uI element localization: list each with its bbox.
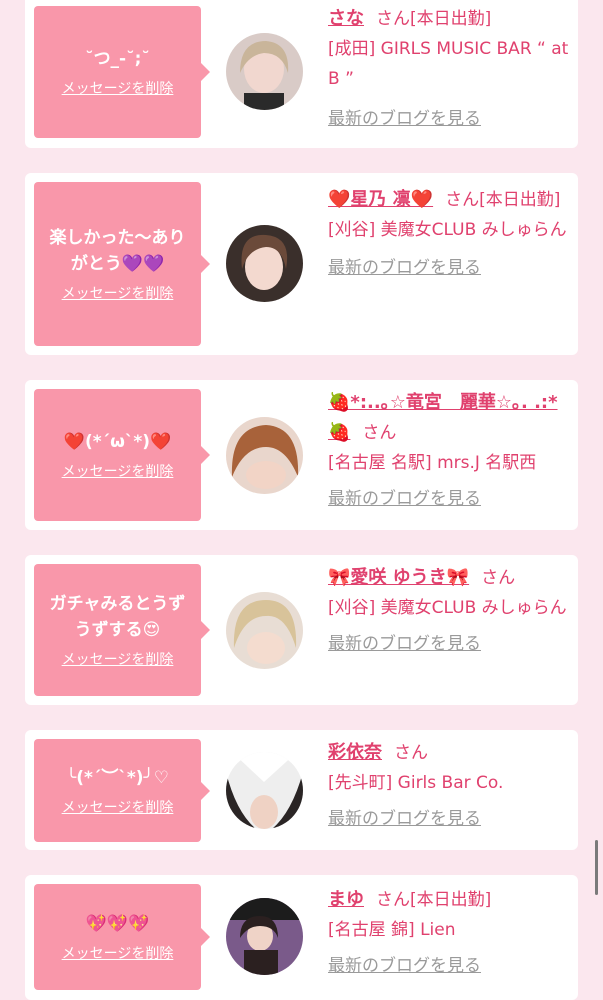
shop-name: [刈谷] 美魔女CLUB みしゅらん bbox=[328, 220, 567, 240]
avatar[interactable] bbox=[226, 33, 303, 110]
message-card: ╰(*´︶`*)╯♡ メッセージを削除 彩依奈 さん [先斗町] Girls Ba… bbox=[25, 730, 578, 850]
profile-info: ❤️星乃 凛❤️ さん[本日出勤] [刈谷] 美魔女CLUB みしゅらん 最新のブ… bbox=[328, 185, 571, 283]
message-bubble: ˘つ_-˘;˘ メッセージを削除 bbox=[34, 6, 210, 138]
shop-name: [成田] GIRLS MUSIC BAR “ at B ” bbox=[328, 39, 569, 89]
cast-name-link[interactable]: まゆ bbox=[328, 889, 364, 910]
profile-info: まゆ さん[本日出勤] [名古屋 錦] Lien 最新のブログを見る bbox=[328, 885, 571, 981]
latest-blog-link[interactable]: 最新のブログを見る bbox=[328, 484, 481, 514]
message-text: ˘つ_-˘;˘ bbox=[85, 49, 150, 69]
avatar[interactable] bbox=[226, 225, 303, 302]
message-text: ガチャみるとうずうずする😍 bbox=[49, 594, 186, 640]
avatar[interactable] bbox=[226, 752, 303, 829]
avatar[interactable] bbox=[226, 417, 303, 494]
latest-blog-link[interactable]: 最新のブログを見る bbox=[328, 253, 481, 283]
scrollbar[interactable] bbox=[595, 840, 598, 895]
delete-message-link[interactable]: メッセージを削除 bbox=[62, 78, 174, 98]
delete-message-link[interactable]: メッセージを削除 bbox=[62, 649, 174, 669]
latest-blog-link[interactable]: 最新のブログを見る bbox=[328, 951, 481, 981]
cast-name-link[interactable]: さな bbox=[328, 8, 364, 29]
status-label: [本日出勤] bbox=[479, 190, 561, 210]
shop-name: [刈谷] 美魔女CLUB みしゅらん bbox=[328, 598, 567, 618]
cast-name-link[interactable]: 彩依奈 bbox=[328, 742, 382, 763]
san-label: さん bbox=[394, 743, 428, 763]
message-text: 楽しかった〜ありがとう💜💜 bbox=[49, 228, 186, 274]
message-card: ガチャみるとうずうずする😍 メッセージを削除 🎀愛咲 ゆうき🎀 さん [刈谷] 美… bbox=[25, 555, 578, 705]
message-text: ╰(*´︶`*)╯♡ bbox=[65, 767, 170, 788]
message-card: 楽しかった〜ありがとう💜💜 メッセージを削除 ❤️星乃 凛❤️ さん[本日出勤] … bbox=[25, 173, 578, 355]
message-card: ❤️(*´ω`*)❤️ メッセージを削除 🍓*:..｡☆竜宮 麗華☆｡. .:*… bbox=[25, 380, 578, 530]
profile-info: 彩依奈 さん [先斗町] Girls Bar Co. 最新のブログを見る bbox=[328, 738, 571, 834]
cast-name-link[interactable]: 🎀愛咲 ゆうき🎀 bbox=[328, 567, 469, 588]
latest-blog-link[interactable]: 最新のブログを見る bbox=[328, 629, 481, 659]
profile-info: 🍓*:..｡☆竜宮 麗華☆｡. .:*🍓 さん [名古屋 名駅] mrs.J 名駅… bbox=[328, 388, 571, 514]
message-text: ❤️(*´ω`*)❤️ bbox=[63, 432, 172, 452]
status-label: [本日出勤] bbox=[410, 9, 492, 29]
delete-message-link[interactable]: メッセージを削除 bbox=[62, 943, 174, 963]
san-label: さん bbox=[376, 890, 410, 910]
san-label: さん bbox=[362, 423, 397, 443]
message-bubble: 💖💖💖 メッセージを削除 bbox=[34, 884, 210, 990]
message-card: 💖💖💖 メッセージを削除 まゆ さん[本日出勤] [名古屋 錦] Lien 最新の… bbox=[25, 875, 578, 1000]
status-label: [本日出勤] bbox=[410, 890, 492, 910]
delete-message-link[interactable]: メッセージを削除 bbox=[62, 461, 174, 481]
san-label: さん bbox=[481, 568, 516, 588]
shop-name: [名古屋 名駅] mrs.J 名駅西 bbox=[328, 453, 537, 473]
cast-name-link[interactable]: ❤️星乃 凛❤️ bbox=[328, 189, 433, 210]
message-text: 💖💖💖 bbox=[85, 914, 150, 934]
message-bubble: 楽しかった〜ありがとう💜💜 メッセージを削除 bbox=[34, 182, 210, 346]
delete-message-link[interactable]: メッセージを削除 bbox=[62, 283, 174, 303]
message-bubble: ガチャみるとうずうずする😍 メッセージを削除 bbox=[34, 564, 210, 696]
message-bubble: ╰(*´︶`*)╯♡ メッセージを削除 bbox=[34, 739, 210, 842]
delete-message-link[interactable]: メッセージを削除 bbox=[62, 797, 174, 817]
avatar[interactable] bbox=[226, 592, 303, 669]
message-bubble: ❤️(*´ω`*)❤️ メッセージを削除 bbox=[34, 389, 210, 521]
shop-name: [先斗町] Girls Bar Co. bbox=[328, 773, 504, 793]
profile-info: 🎀愛咲 ゆうき🎀 さん [刈谷] 美魔女CLUB みしゅらん 最新のブログを見る bbox=[328, 563, 571, 659]
san-label: さん bbox=[376, 9, 410, 29]
latest-blog-link[interactable]: 最新のブログを見る bbox=[328, 104, 481, 134]
san-label: さん bbox=[445, 190, 480, 210]
shop-name: [名古屋 錦] Lien bbox=[328, 920, 456, 940]
profile-info: さな さん[本日出勤] [成田] GIRLS MUSIC BAR “ at B ”… bbox=[328, 4, 571, 134]
avatar[interactable] bbox=[226, 898, 303, 975]
message-card: ˘つ_-˘;˘ メッセージを削除 さな さん[本日出勤] [成田] GIRLS M… bbox=[25, 0, 578, 148]
latest-blog-link[interactable]: 最新のブログを見る bbox=[328, 804, 481, 834]
